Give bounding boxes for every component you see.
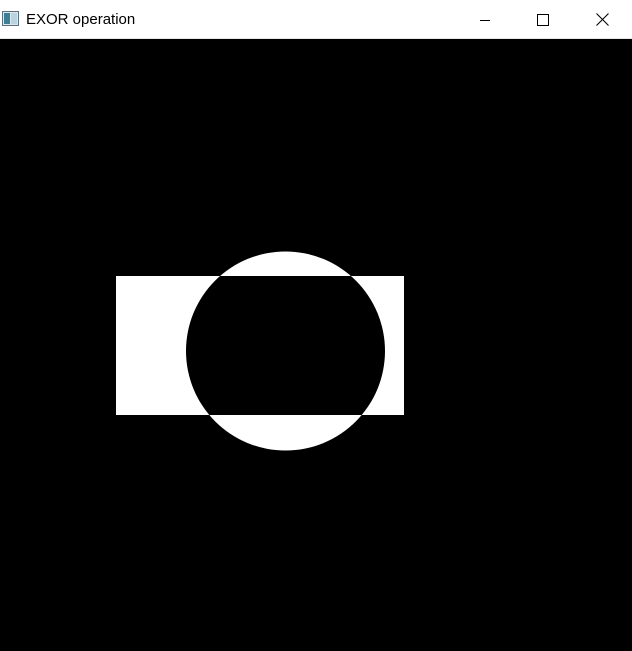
close-icon bbox=[595, 13, 609, 26]
minimize-icon bbox=[479, 14, 491, 26]
close-button[interactable] bbox=[572, 0, 632, 39]
image-window-icon bbox=[2, 11, 19, 26]
maximize-icon bbox=[537, 13, 549, 26]
image-canvas bbox=[0, 39, 632, 651]
maximize-button[interactable] bbox=[514, 0, 572, 39]
minimize-button[interactable] bbox=[456, 0, 514, 39]
image-window: EXOR operation bbox=[0, 0, 632, 651]
xor-image bbox=[0, 39, 632, 651]
window-title: EXOR operation bbox=[26, 11, 136, 28]
title-bar[interactable]: EXOR operation bbox=[0, 0, 632, 39]
